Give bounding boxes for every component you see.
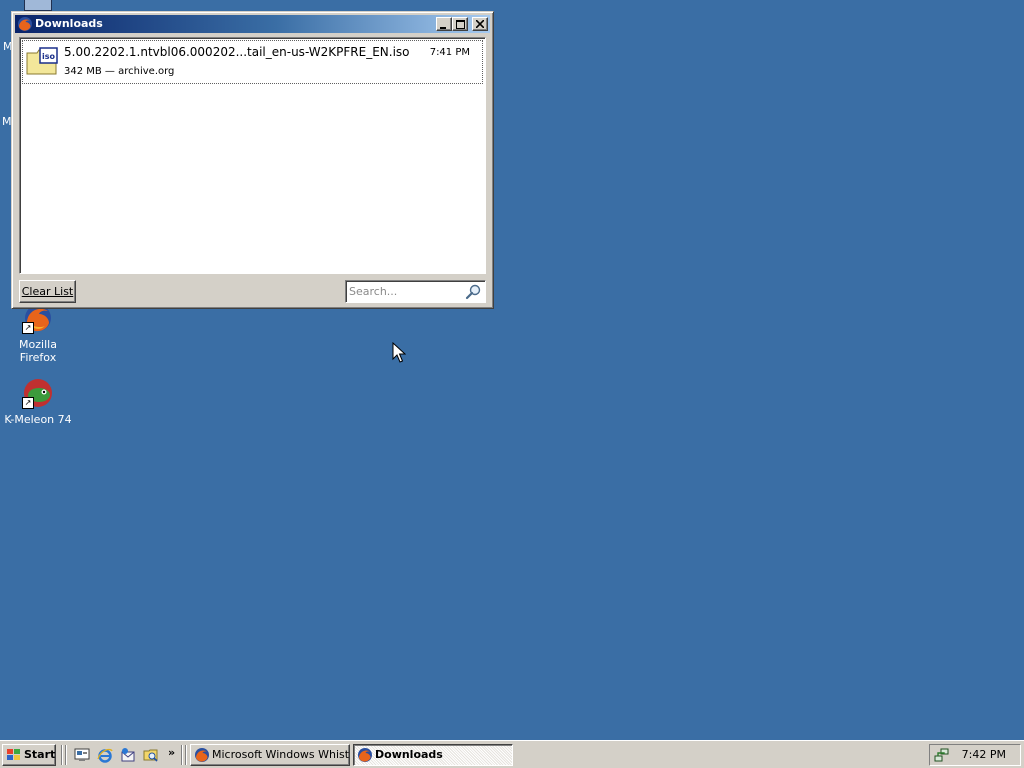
clear-list-button[interactable]: Clear List bbox=[19, 280, 76, 303]
taskbar-task-downloads[interactable]: Downloads bbox=[353, 744, 513, 766]
maximize-button[interactable] bbox=[452, 17, 468, 31]
firefox-icon bbox=[358, 748, 372, 762]
task-label: Microsoft Windows Whistl... bbox=[212, 748, 350, 761]
search-field[interactable] bbox=[345, 280, 486, 303]
quick-launch-more-button[interactable]: » bbox=[168, 746, 175, 759]
title-bar[interactable]: Downloads bbox=[15, 15, 490, 33]
internet-explorer-icon[interactable] bbox=[97, 747, 113, 763]
maximize-icon bbox=[455, 20, 465, 29]
taskbar-divider bbox=[181, 745, 183, 765]
windows-logo-icon bbox=[7, 749, 20, 760]
downloads-list[interactable]: iso 5.00.2202.1.ntvbl06.000202...tail_en… bbox=[19, 37, 486, 274]
task-label: Downloads bbox=[375, 748, 443, 761]
download-time: 7:41 PM bbox=[429, 47, 470, 58]
clear-list-label: Clear List bbox=[21, 285, 74, 298]
clock[interactable]: 7:42 PM bbox=[962, 745, 1006, 765]
start-label: Start bbox=[24, 748, 56, 761]
search-input[interactable] bbox=[349, 283, 461, 300]
taskbar-divider bbox=[61, 745, 63, 765]
outlook-express-icon[interactable] bbox=[120, 747, 136, 763]
show-desktop-icon[interactable] bbox=[74, 747, 90, 763]
start-button[interactable]: Start bbox=[2, 744, 56, 766]
desktop-icon-label: Mozilla Firefox bbox=[19, 338, 57, 364]
close-icon bbox=[475, 19, 485, 29]
iso-badge-text: iso bbox=[42, 52, 56, 61]
shortcut-arrow-icon: ↗ bbox=[22, 322, 34, 334]
mouse-cursor-icon bbox=[392, 342, 406, 363]
firefox-icon bbox=[17, 16, 33, 32]
minimize-icon bbox=[440, 27, 446, 29]
taskbar-divider bbox=[65, 745, 67, 765]
taskbar: Start » Microsoft Windows Whistl... Down… bbox=[0, 740, 1024, 768]
downloads-window: Downloads iso 5.00.2202.1.ntvbl06.000202… bbox=[11, 11, 494, 309]
close-button[interactable] bbox=[472, 17, 488, 31]
windows-explorer-icon[interactable] bbox=[143, 747, 159, 763]
taskbar-task-whistler[interactable]: Microsoft Windows Whistl... bbox=[190, 744, 350, 766]
firefox-icon bbox=[195, 748, 209, 762]
download-item[interactable]: iso 5.00.2202.1.ntvbl06.000202...tail_en… bbox=[22, 40, 483, 84]
desktop-icon-label: K-Meleon 74 bbox=[4, 413, 72, 426]
desktop-icon-firefox[interactable]: ↗ Mozilla Firefox bbox=[0, 302, 76, 364]
minimize-button[interactable] bbox=[436, 17, 452, 31]
desktop-icon-partial[interactable] bbox=[24, 0, 52, 11]
download-filename: 5.00.2202.1.ntvbl06.000202...tail_en-us-… bbox=[64, 45, 410, 59]
window-title: Downloads bbox=[35, 17, 103, 30]
search-icon[interactable] bbox=[464, 283, 482, 301]
kmeleon-icon: ↗ bbox=[22, 377, 54, 409]
download-info: 342 MB — archive.org bbox=[64, 66, 175, 77]
shortcut-arrow-icon: ↗ bbox=[22, 397, 34, 409]
network-icon[interactable] bbox=[934, 747, 950, 763]
desktop-icon-kmeleon[interactable]: ↗ K-Meleon 74 bbox=[0, 377, 76, 426]
iso-file-icon: iso bbox=[26, 45, 58, 77]
system-tray: 7:42 PM bbox=[929, 744, 1021, 766]
taskbar-divider bbox=[185, 745, 187, 765]
